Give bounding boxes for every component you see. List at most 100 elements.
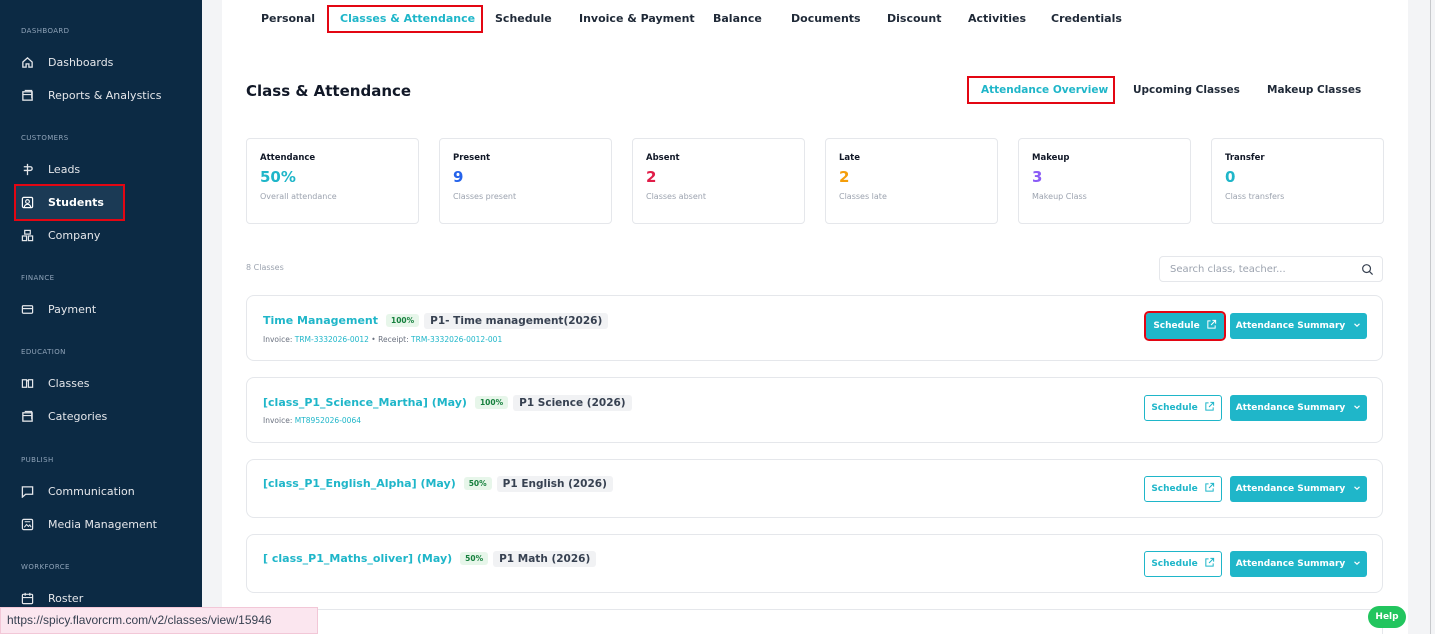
receipt-link[interactable]: TRM-3332026-0012-001 — [411, 335, 502, 344]
attendance-summary-button[interactable]: Attendance Summary — [1230, 395, 1367, 421]
schedule-label: Schedule — [1151, 484, 1198, 494]
stat-sub: Overall attendance — [260, 192, 337, 201]
search-icon[interactable] — [1361, 263, 1374, 279]
stat-label: Transfer — [1225, 153, 1265, 163]
sidebar-item-label: Dashboards — [48, 56, 114, 69]
attendance-summary-button[interactable]: Attendance Summary — [1230, 551, 1367, 577]
stat-label: Late — [839, 153, 860, 163]
class-title[interactable]: Time Management 100% P1- Time management(2… — [263, 313, 609, 329]
stat-value: 2 — [646, 168, 657, 186]
class-tag: P1 Math (2026) — [493, 551, 597, 567]
subtab-attendance-overview[interactable]: Attendance Overview — [967, 76, 1115, 104]
schedule-button[interactable]: Schedule — [1144, 551, 1222, 577]
external-link-icon — [1204, 401, 1215, 415]
invoice-label: Invoice: — [263, 335, 295, 344]
chevron-down-icon — [1353, 403, 1361, 414]
stat-label: Present — [453, 153, 491, 163]
main-content: Personal Classes & Attendance Schedule I… — [222, 0, 1408, 634]
class-card: [ class_P1_Maths_oliver] (May) 50% P1 Math… — [246, 534, 1383, 593]
chevron-down-icon — [1353, 321, 1361, 332]
schedule-button[interactable]: Schedule — [1144, 311, 1226, 341]
class-name[interactable]: Time Management — [263, 314, 378, 327]
sidebar-item-dashboards[interactable]: Dashboards — [0, 46, 202, 79]
sidebar-item-categories[interactable]: Categories — [0, 400, 202, 433]
card-icon — [20, 303, 34, 317]
class-name[interactable]: [ class_P1_Maths_oliver] (May) — [263, 552, 452, 565]
class-name[interactable]: [class_P1_English_Alpha] (May) — [263, 477, 456, 490]
sidebar-item-label: Company — [48, 229, 101, 242]
subtab-makeup-classes[interactable]: Makeup Classes — [1255, 78, 1373, 102]
tab-invoice-payment[interactable]: Invoice & Payment — [567, 6, 707, 32]
stat-sub: Class transfers — [1225, 192, 1285, 201]
class-title[interactable]: [ class_P1_Maths_oliver] (May) 50% P1 Math… — [263, 551, 597, 567]
tab-activities[interactable]: Activities — [956, 6, 1038, 32]
subtab-upcoming-classes[interactable]: Upcoming Classes — [1121, 78, 1252, 102]
tab-personal[interactable]: Personal — [249, 6, 327, 32]
categories-icon — [20, 410, 34, 424]
sidebar-item-classes[interactable]: Classes — [0, 367, 202, 400]
search-input[interactable]: Search class, teacher... — [1159, 256, 1383, 282]
attendance-badge: 100% — [474, 396, 509, 409]
sidebar: DASHBOARD Dashboards Reports & Analystic… — [0, 0, 202, 634]
stat-card-makeup: Makeup 3 Makeup Class — [1018, 138, 1191, 224]
tab-credentials[interactable]: Credentials — [1039, 6, 1134, 32]
sidebar-item-communication[interactable]: Communication — [0, 475, 202, 508]
report-icon — [20, 89, 34, 103]
invoice-link[interactable]: TRM-3332026-0012 — [295, 335, 369, 344]
class-card: Time Management 100% P1- Time management(2… — [246, 295, 1383, 361]
section-customers: CUSTOMERS — [21, 134, 69, 142]
attendance-summary-button[interactable]: Attendance Summary — [1230, 476, 1367, 502]
schedule-button[interactable]: Schedule — [1144, 476, 1222, 502]
sidebar-item-label: Reports & Analystics — [48, 89, 162, 102]
sidebar-item-leads[interactable]: Leads — [0, 153, 202, 186]
student-icon — [20, 196, 34, 210]
class-tag: P1- Time management(2026) — [424, 313, 609, 329]
book-icon — [20, 377, 34, 391]
class-tag: P1 Science (2026) — [513, 395, 632, 411]
sidebar-item-label: Classes — [48, 377, 90, 390]
class-meta: Invoice: TRM-3332026-0012 • Receipt: TRM… — [263, 335, 502, 344]
help-button[interactable]: Help — [1368, 606, 1406, 628]
stat-value: 0 — [1225, 168, 1236, 186]
leads-icon — [20, 163, 34, 177]
tab-schedule[interactable]: Schedule — [483, 6, 564, 32]
class-tag: P1 English (2026) — [496, 476, 613, 492]
scrollbar-edge — [1430, 0, 1431, 634]
stat-card-absent: Absent 2 Classes absent — [632, 138, 805, 224]
attendance-summary-button[interactable]: Attendance Summary — [1230, 313, 1367, 339]
section-publish: PUBLISH — [21, 456, 54, 464]
attendance-badge: 100% — [386, 314, 420, 327]
sidebar-item-media[interactable]: Media Management — [0, 508, 202, 541]
external-link-icon — [1204, 557, 1215, 571]
stat-label: Makeup — [1032, 153, 1070, 163]
invoice-link[interactable]: MT8952026-0064 — [295, 416, 361, 425]
class-card — [246, 609, 1383, 634]
external-link-icon — [1206, 319, 1217, 333]
sidebar-item-company[interactable]: Company — [0, 219, 202, 252]
class-card: [class_P1_Science_Martha] (May) 100% P1 Sc… — [246, 377, 1383, 443]
sidebar-item-label: Students — [48, 196, 104, 209]
sidebar-item-students[interactable]: Students — [14, 184, 125, 221]
class-meta: Invoice: MT8952026-0064 — [263, 416, 361, 425]
stat-label: Absent — [646, 153, 680, 163]
stat-card-present: Present 9 Classes present — [439, 138, 612, 224]
calendar-icon — [20, 592, 34, 606]
class-title[interactable]: [class_P1_English_Alpha] (May) 50% P1 Engl… — [263, 476, 613, 492]
schedule-button[interactable]: Schedule — [1144, 395, 1222, 421]
attendance-summary-label: Attendance Summary — [1235, 484, 1346, 494]
section-dashboard: DASHBOARD — [21, 27, 70, 35]
page-title: Class & Attendance — [246, 82, 412, 100]
external-link-icon — [1204, 482, 1215, 496]
stat-card-late: Late 2 Classes late — [825, 138, 998, 224]
status-bar-url: https://spicy.flavorcrm.com/v2/classes/v… — [0, 607, 318, 634]
tab-balance[interactable]: Balance — [701, 6, 774, 32]
tab-discount[interactable]: Discount — [875, 6, 953, 32]
media-icon — [20, 518, 34, 532]
sidebar-item-payment[interactable]: Payment — [0, 293, 202, 326]
class-title[interactable]: [class_P1_Science_Martha] (May) 100% P1 Sc… — [263, 395, 632, 411]
tab-classes-attendance[interactable]: Classes & Attendance — [327, 5, 483, 33]
sidebar-item-reports[interactable]: Reports & Analystics — [0, 79, 202, 112]
class-name[interactable]: [class_P1_Science_Martha] (May) — [263, 396, 467, 409]
tab-documents[interactable]: Documents — [779, 6, 873, 32]
section-finance: FINANCE — [21, 274, 55, 282]
